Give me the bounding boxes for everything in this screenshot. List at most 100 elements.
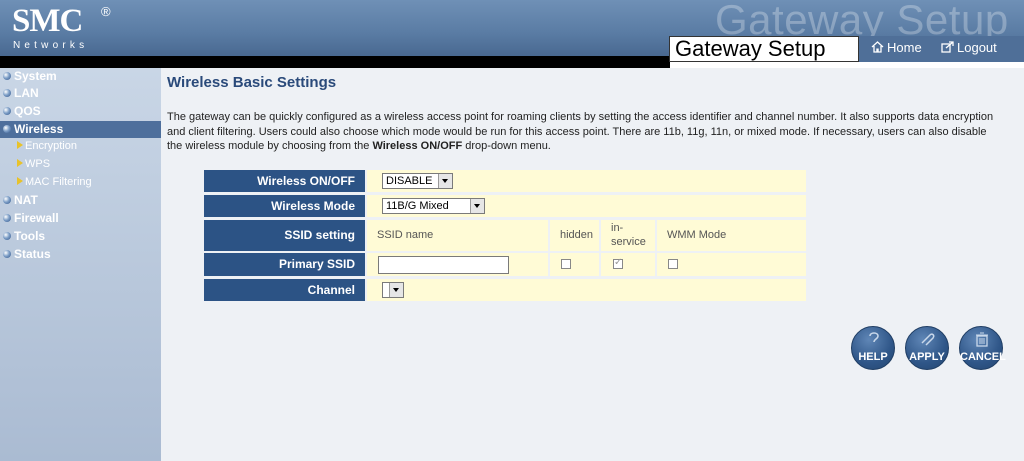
logout-link[interactable]: Logout xyxy=(941,40,997,55)
bullet-icon xyxy=(3,89,11,97)
hidden-column-header: hidden xyxy=(560,229,594,241)
sidebar-item-label: Tools xyxy=(14,229,46,243)
ssid-name-header-cell: SSID name xyxy=(367,220,548,251)
apply-icon xyxy=(921,333,935,346)
ssid-name-column-header: SSID name xyxy=(377,229,434,241)
chevron-down-icon xyxy=(470,199,484,213)
home-icon xyxy=(871,41,884,53)
wireless-mode-label: Wireless Mode xyxy=(204,195,365,217)
channel-row: Channel xyxy=(204,279,806,301)
main-content: Wireless Basic Settings The gateway can … xyxy=(161,68,1024,461)
channel-label: Channel xyxy=(204,279,365,301)
sidebar-item-label: NAT xyxy=(14,193,38,207)
apply-button-label: APPLY xyxy=(909,351,945,363)
primary-ssid-label: Primary SSID xyxy=(204,253,365,276)
sidebar-item-system[interactable]: System xyxy=(3,68,161,85)
ssid-setting-row: SSID setting SSID name hidden in- servic… xyxy=(204,220,806,251)
home-link[interactable]: Home xyxy=(871,40,922,55)
sidebar-subitem-label: WPS xyxy=(25,158,51,170)
sidebar-subitem-wps[interactable]: WPS xyxy=(17,156,50,172)
bullet-icon xyxy=(3,250,11,258)
page-header-title: Gateway Setup xyxy=(675,36,826,61)
wireless-mode-row: Wireless Mode 11B/G Mixed xyxy=(204,195,806,217)
description-text: The gateway can be quickly configured as… xyxy=(167,111,994,152)
wmm-mode-column-header: WMM Mode xyxy=(667,229,727,241)
help-button[interactable]: HELP xyxy=(851,326,895,370)
sidebar-item-label: QOS xyxy=(14,104,41,118)
arrow-right-icon xyxy=(17,159,23,167)
sidebar-item-tools[interactable]: Tools xyxy=(3,228,161,245)
in-service-column-header-line2: service xyxy=(611,236,646,248)
gateway-setup-title-box: Gateway Setup xyxy=(669,36,859,62)
bullet-icon xyxy=(3,72,11,80)
sidebar-subitem-label: MAC Filtering xyxy=(25,176,92,188)
wireless-onoff-row: Wireless ON/OFF DISABLE xyxy=(204,170,806,192)
primary-ssid-name-cell xyxy=(367,253,548,276)
wireless-mode-value-cell: 11B/G Mixed xyxy=(367,195,806,217)
sidebar-item-firewall[interactable]: Firewall xyxy=(3,210,161,227)
sidebar-item-status[interactable]: Status xyxy=(3,246,161,263)
logout-icon xyxy=(941,41,954,53)
in-service-checkbox[interactable] xyxy=(613,257,623,269)
in-service-header-cell: in- service xyxy=(601,220,655,251)
page-title: Wireless Basic Settings xyxy=(167,74,337,91)
header-nav: Home Logout xyxy=(859,36,1024,62)
bullet-icon xyxy=(3,232,11,240)
chevron-down-icon xyxy=(438,174,452,188)
wireless-onoff-label: Wireless ON/OFF xyxy=(204,170,365,192)
channel-value-cell xyxy=(367,279,806,301)
sidebar-item-qos[interactable]: QOS xyxy=(3,103,161,120)
primary-ssid-wmm-cell xyxy=(657,253,806,276)
cancel-button-label: CANCEL xyxy=(960,351,1006,363)
wireless-mode-selected: 11B/G Mixed xyxy=(386,200,449,212)
header: Gateway Setup SMC ® Networks Gateway Set… xyxy=(0,0,1024,68)
wireless-onoff-value-cell: DISABLE xyxy=(367,170,806,192)
primary-ssid-input[interactable] xyxy=(378,256,509,274)
sidebar-subitem-encryption[interactable]: Encryption xyxy=(17,138,77,154)
help-button-label: HELP xyxy=(858,351,888,363)
chevron-down-icon xyxy=(389,283,403,297)
ssid-setting-label: SSID setting xyxy=(204,220,365,251)
bullet-icon xyxy=(3,214,11,222)
description-text-end: drop-down menu. xyxy=(462,140,551,152)
smc-logo: SMC ® Networks xyxy=(0,0,160,58)
sidebar-subitem-label: Encryption xyxy=(25,140,77,152)
bullet-icon xyxy=(3,196,11,204)
hidden-checkbox[interactable] xyxy=(561,259,571,269)
primary-ssid-hidden-cell xyxy=(550,253,599,276)
channel-select[interactable] xyxy=(382,282,404,298)
bullet-icon xyxy=(3,125,11,133)
wireless-mode-select[interactable]: 11B/G Mixed xyxy=(382,198,485,214)
sidebar-item-nat[interactable]: NAT xyxy=(3,192,161,209)
wmm-mode-checkbox[interactable] xyxy=(668,259,678,269)
logout-link-label: Logout xyxy=(957,40,997,55)
trash-icon xyxy=(976,332,988,347)
question-icon xyxy=(869,332,879,343)
wireless-onoff-select[interactable]: DISABLE xyxy=(382,173,453,189)
primary-ssid-row: Primary SSID xyxy=(204,253,806,276)
cancel-button[interactable]: CANCEL xyxy=(959,326,1006,370)
bullet-icon xyxy=(3,107,11,115)
hidden-header-cell: hidden xyxy=(550,220,599,251)
arrow-right-icon xyxy=(17,141,23,149)
logo-registered-mark: ® xyxy=(101,4,111,19)
home-link-label: Home xyxy=(887,40,922,55)
sidebar-item-label: Status xyxy=(14,247,51,261)
sidebar-subitem-mac-filtering[interactable]: MAC Filtering xyxy=(17,174,92,190)
sidebar-item-label: LAN xyxy=(14,86,39,100)
sidebar-item-wireless[interactable]: Wireless xyxy=(0,121,161,138)
arrow-right-icon xyxy=(17,177,23,185)
sidebar-item-label: Wireless xyxy=(14,122,64,136)
header-black-bar xyxy=(0,56,670,68)
wmm-header-cell: WMM Mode xyxy=(657,220,806,251)
page-description: The gateway can be quickly configured as… xyxy=(167,110,997,154)
logo-subtext: Networks xyxy=(13,40,89,51)
logo-text: SMC xyxy=(12,3,83,39)
sidebar: System LAN QOS Wireless Encryption WPS M… xyxy=(0,68,161,461)
sidebar-item-label: System xyxy=(14,69,57,83)
apply-button[interactable]: APPLY xyxy=(905,326,949,370)
primary-ssid-inservice-cell xyxy=(601,253,655,276)
wireless-onoff-selected: DISABLE xyxy=(386,175,433,187)
sidebar-item-label: Firewall xyxy=(14,211,59,225)
sidebar-item-lan[interactable]: LAN xyxy=(3,85,161,102)
